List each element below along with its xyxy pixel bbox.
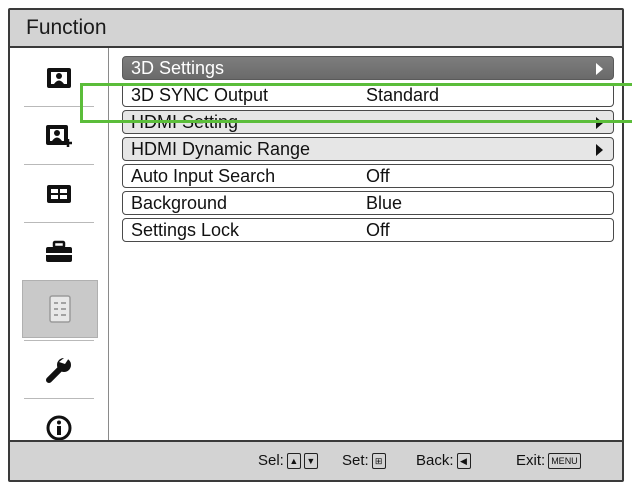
chevron-right-icon bbox=[596, 144, 603, 156]
function-menu-window: Function 3D Settings 3D SYNC Output Stan… bbox=[8, 8, 624, 482]
menu-item-3d-settings[interactable]: 3D Settings bbox=[122, 56, 614, 80]
status-bar: Sel: ▲ ▼ Set: ⊞ Back: ◀ Exit: MENU bbox=[10, 440, 622, 480]
back-hint: Back: ◀ bbox=[416, 452, 471, 470]
arrow-up-key-icon: ▲ bbox=[286, 453, 301, 470]
sidebar-divider bbox=[24, 398, 94, 399]
arrow-down-key-icon: ▼ bbox=[303, 453, 318, 470]
sidebar-item-function[interactable] bbox=[22, 280, 98, 338]
picture-plus-icon bbox=[44, 123, 74, 149]
enter-key-icon: ⊞ bbox=[371, 453, 386, 470]
wrench-icon bbox=[44, 355, 74, 385]
exit-label: Exit: bbox=[516, 452, 546, 469]
exit-hint: Exit: MENU bbox=[516, 452, 581, 470]
menu-key-icon: MENU bbox=[548, 453, 581, 470]
set-hint: Set: ⊞ bbox=[342, 452, 386, 470]
menu-item-label: Settings Lock bbox=[131, 220, 240, 240]
menu-item-settings-lock[interactable]: Settings Lock Off bbox=[122, 218, 614, 242]
sel-label: Sel: bbox=[258, 452, 284, 469]
menu-item-value: Blue bbox=[366, 193, 403, 213]
menu-item-label: 3D Settings bbox=[131, 58, 225, 78]
sidebar-divider bbox=[24, 340, 94, 341]
sidebar-divider bbox=[24, 222, 94, 223]
sidebar-divider bbox=[24, 164, 94, 165]
menu-item-hdmi-dynamic-range[interactable]: HDMI Dynamic Range bbox=[122, 137, 614, 161]
sidebar-item-installation[interactable] bbox=[22, 346, 96, 394]
sidebar-item-setup[interactable] bbox=[22, 228, 96, 276]
menu-item-value: Off bbox=[366, 166, 390, 186]
menu-item-auto-input-search[interactable]: Auto Input Search Off bbox=[122, 164, 614, 188]
page-title: Function bbox=[26, 16, 107, 39]
set-label: Set: bbox=[342, 452, 369, 469]
menu-item-label: Background bbox=[131, 193, 228, 213]
menu-item-value: Off bbox=[366, 220, 390, 240]
menu-item-background[interactable]: Background Blue bbox=[122, 191, 614, 215]
menu-item-label: Auto Input Search bbox=[131, 166, 276, 186]
sel-hint: Sel: ▲ ▼ bbox=[258, 452, 318, 470]
menu-item-label: HDMI Dynamic Range bbox=[131, 139, 311, 159]
sidebar-item-screen[interactable] bbox=[22, 170, 96, 218]
picture-icon bbox=[45, 66, 73, 90]
screen-icon bbox=[45, 182, 73, 206]
toolbox-icon bbox=[44, 240, 74, 264]
title-bar: Function bbox=[10, 10, 622, 48]
highlight-callout-box bbox=[80, 83, 632, 123]
chevron-right-icon bbox=[596, 63, 603, 75]
info-icon bbox=[45, 414, 73, 442]
back-label: Back: bbox=[416, 452, 454, 469]
function-list-icon bbox=[47, 294, 73, 324]
arrow-left-key-icon: ◀ bbox=[456, 453, 471, 470]
